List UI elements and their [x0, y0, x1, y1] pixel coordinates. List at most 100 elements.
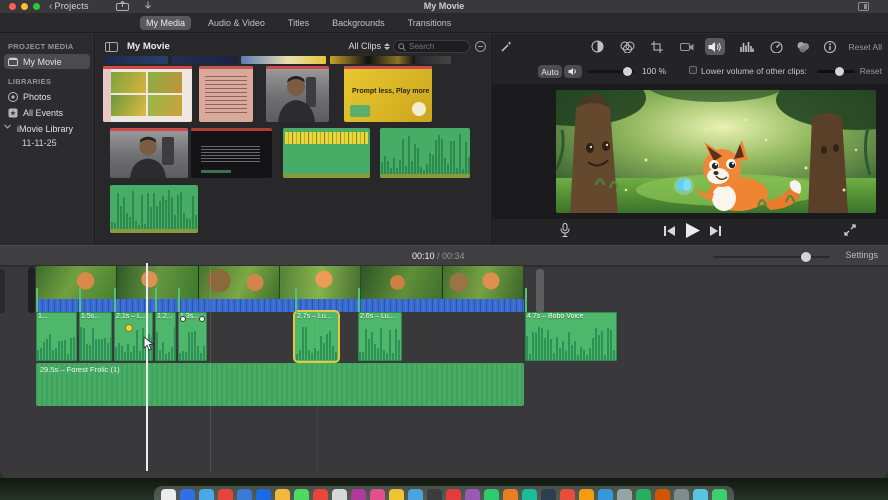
fade-handle[interactable] — [180, 316, 186, 322]
dock-app-icon[interactable] — [598, 489, 613, 500]
audio-clip[interactable]: 4.7s – Bobo Voice — [525, 288, 617, 361]
info-icon[interactable] — [820, 38, 840, 55]
speed-icon[interactable] — [766, 38, 786, 55]
clip-thumbnail[interactable] — [419, 56, 451, 64]
dock-app-icon[interactable] — [199, 489, 214, 500]
tab-backgrounds[interactable]: Backgrounds — [326, 16, 391, 30]
dock-app-icon[interactable] — [579, 489, 594, 500]
playhead[interactable] — [146, 263, 148, 471]
lower-volume-slider[interactable] — [817, 67, 855, 76]
clip-thumbnail[interactable] — [103, 56, 168, 64]
clip-thumbnail-promo[interactable]: Prompt less, Play more — [344, 66, 432, 122]
dock-app-icon[interactable] — [408, 489, 423, 500]
clip-thumbnail-audio-2[interactable] — [380, 128, 470, 178]
video-clip-filmstrip[interactable] — [36, 266, 524, 299]
dock-app-icon[interactable] — [503, 489, 518, 500]
dock-app-icon[interactable] — [332, 489, 347, 500]
clip-filter-icon[interactable] — [793, 38, 813, 55]
dock-app-icon[interactable] — [712, 489, 727, 500]
sidebar-item-photos[interactable]: Photos — [4, 89, 90, 104]
tab-titles[interactable]: Titles — [282, 16, 315, 30]
fade-handle[interactable] — [199, 316, 205, 322]
timeline-zoom-slider[interactable] — [713, 252, 830, 262]
music-clip[interactable]: 29.5s – Forest Frolic (1) — [36, 363, 524, 406]
sidebar-item-my-movie[interactable]: My Movie — [4, 54, 90, 69]
audio-clip[interactable]: 1.3s... — [178, 288, 207, 361]
dock-app-icon[interactable] — [655, 489, 670, 500]
clip-thumbnail-audio-1[interactable] — [283, 128, 370, 178]
play-button[interactable] — [686, 223, 700, 238]
dock-app-icon[interactable] — [237, 489, 252, 500]
sidebar-item-event-date[interactable]: 11-11-25 — [22, 138, 94, 148]
reset-all-button[interactable]: Reset All — [848, 42, 882, 52]
video-audio-waveform[interactable] — [36, 299, 524, 312]
clip-thumbnail[interactable] — [241, 56, 326, 64]
dock-app-icon[interactable] — [161, 489, 176, 500]
clip-thumbnail-audio-3[interactable] — [110, 185, 198, 233]
dock-app-icon[interactable] — [218, 489, 233, 500]
clip-thumbnail-presenter[interactable] — [266, 66, 329, 122]
settings-button[interactable]: Settings — [845, 250, 878, 260]
tab-audio-video[interactable]: Audio & Video — [202, 16, 271, 30]
crop-icon[interactable] — [647, 38, 667, 55]
mute-button[interactable] — [564, 65, 582, 78]
dock-app-icon[interactable] — [294, 489, 309, 500]
clip-thumbnail-presenter-2[interactable] — [110, 128, 188, 178]
enhance-wand-icon[interactable] — [501, 40, 513, 52]
volume-slider[interactable] — [587, 67, 635, 76]
sidebar-toggle-icon[interactable] — [105, 42, 118, 52]
tab-my-media[interactable]: My Media — [140, 16, 192, 30]
next-frame-button[interactable] — [710, 226, 721, 236]
clip-trim-handle-right[interactable] — [536, 269, 544, 313]
clip-thumbnail[interactable] — [330, 56, 415, 64]
dock-app-icon[interactable] — [541, 489, 556, 500]
dock-app-icon[interactable] — [351, 489, 366, 500]
dock-app-icon[interactable] — [522, 489, 537, 500]
timeline-left-edge[interactable] — [0, 269, 5, 313]
dock-app-icon[interactable] — [693, 489, 708, 500]
dock-app-icon[interactable] — [256, 489, 271, 500]
search-input[interactable]: Search — [393, 40, 470, 53]
dock-app-icon[interactable] — [370, 489, 385, 500]
clip-thumbnail-fox-website[interactable] — [103, 66, 192, 122]
stabilization-icon[interactable] — [677, 38, 697, 55]
lower-volume-checkbox[interactable] — [689, 66, 697, 74]
dock-app-icon[interactable] — [560, 489, 575, 500]
dock-app-icon[interactable] — [275, 489, 290, 500]
sidebar-item-imovie-library[interactable]: iMovie Library — [4, 121, 90, 136]
window-layout-icon[interactable] — [858, 2, 869, 11]
clip-filter-dropdown[interactable]: All Clips — [348, 41, 390, 51]
volume-icon[interactable] — [705, 38, 725, 55]
browser-settings-icon[interactable] — [475, 41, 486, 52]
dock-app-icon[interactable] — [636, 489, 651, 500]
auto-volume-button[interactable]: Auto — [538, 65, 562, 78]
clip-thumbnail-document[interactable] — [199, 66, 253, 122]
dock-app-icon[interactable] — [446, 489, 461, 500]
dock-app-icon[interactable] — [389, 489, 404, 500]
clip-trim-handle-left[interactable] — [28, 267, 35, 313]
color-balance-icon[interactable] — [587, 38, 607, 55]
dock-app-icon[interactable] — [484, 489, 499, 500]
clip-thumbnail-terminal[interactable] — [191, 128, 272, 178]
dock-app-icon[interactable] — [180, 489, 195, 500]
disclosure-chevron-icon[interactable] — [4, 124, 12, 133]
audio-clip[interactable]: 1... — [36, 288, 77, 361]
audio-clip[interactable]: 2.6s – Lu... — [358, 288, 402, 361]
color-correction-icon[interactable] — [617, 38, 637, 55]
dock-app-icon[interactable] — [674, 489, 689, 500]
noise-eq-icon[interactable] — [737, 38, 757, 55]
tab-transitions[interactable]: Transitions — [402, 16, 458, 30]
dock-app-icon[interactable] — [465, 489, 480, 500]
sidebar-item-all-events[interactable]: All Events — [4, 105, 90, 120]
video-preview[interactable] — [556, 90, 876, 213]
reset-button[interactable]: Reset — [860, 66, 882, 76]
dock-app-icon[interactable] — [617, 489, 632, 500]
voiceover-mic-icon[interactable] — [560, 223, 570, 238]
clip-thumbnail[interactable] — [172, 56, 237, 64]
dock-app-icon[interactable] — [313, 489, 328, 500]
audio-clip[interactable]: 1.5s... — [79, 288, 112, 361]
previous-frame-button[interactable] — [664, 226, 675, 236]
dock-app-icon[interactable] — [427, 489, 442, 500]
fullscreen-icon[interactable] — [844, 224, 856, 236]
audio-clip[interactable]: 1.2... — [155, 288, 176, 361]
